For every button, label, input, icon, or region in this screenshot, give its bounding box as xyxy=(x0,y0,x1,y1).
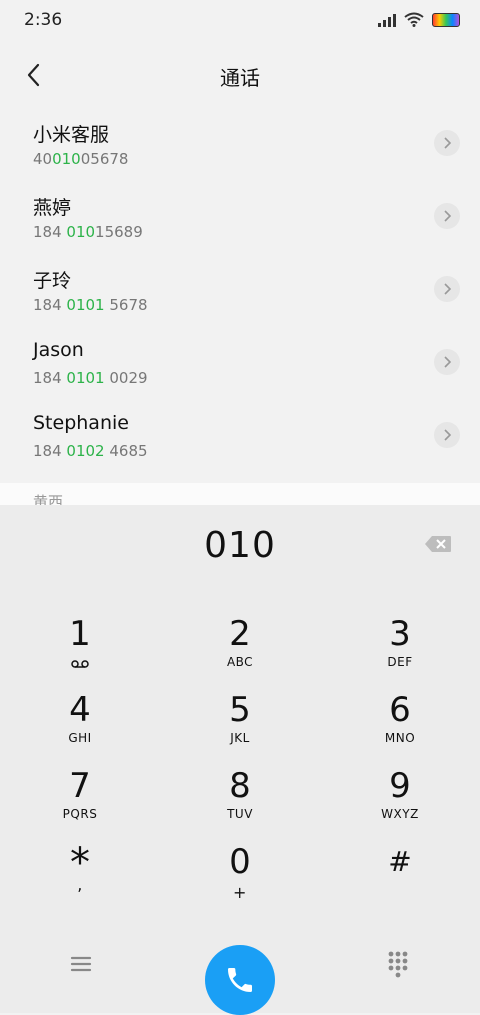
contact-detail-button[interactable] xyxy=(434,276,460,302)
key-digit: 8 xyxy=(229,766,251,806)
contact-row[interactable]: Stephanie 184 0102 4685 xyxy=(0,402,480,475)
dialer-panel: 010 1 2 ABC 3 DEF 4 GHI 5 JKL 6 MNO 7 PQ… xyxy=(0,505,480,1015)
number-suffix: 0029 xyxy=(104,369,148,387)
contact-row[interactable]: 子玲 184 0101 5678 xyxy=(0,256,480,329)
key-digit: 1 xyxy=(69,614,91,654)
key-letters: TUV xyxy=(227,807,253,821)
chevron-right-icon xyxy=(444,356,451,368)
contact-name: 燕婷 xyxy=(33,197,72,219)
key-9[interactable]: 9 WXYZ xyxy=(340,767,460,839)
key-letters: WXYZ xyxy=(381,807,419,821)
wifi-icon xyxy=(404,12,424,27)
key-star[interactable]: * , xyxy=(20,843,140,915)
key-letters: MNO xyxy=(384,731,416,745)
key-digit: 4 xyxy=(69,690,91,730)
backspace-icon xyxy=(425,536,451,552)
chevron-right-icon xyxy=(444,210,451,222)
key-8[interactable]: 8 TUV xyxy=(180,767,300,839)
key-letters: JKL xyxy=(230,731,250,745)
key-digit: 9 xyxy=(389,766,411,806)
key-3[interactable]: 3 DEF xyxy=(340,615,460,687)
dial-input[interactable]: 010 xyxy=(0,525,480,566)
key-letters: PQRS xyxy=(62,807,98,821)
number-suffix: 5678 xyxy=(104,296,148,314)
dialpad-toggle-button[interactable] xyxy=(386,949,410,979)
key-digit: 2 xyxy=(229,614,251,654)
contact-row[interactable]: 小米客服 4001005678 xyxy=(0,110,480,183)
key-6[interactable]: 6 MNO xyxy=(340,691,460,763)
status-icons xyxy=(378,12,460,27)
contact-name: Stephanie xyxy=(33,412,129,434)
key-5[interactable]: 5 JKL xyxy=(180,691,300,763)
number-match: 0102 xyxy=(66,442,105,460)
key-digit: 3 xyxy=(389,614,411,654)
section-label: 黄西 xyxy=(33,493,64,505)
key-hash[interactable]: # xyxy=(340,843,460,915)
number-match: 010 xyxy=(52,150,81,168)
contact-number: 184 0101 5678 xyxy=(33,296,148,314)
contact-detail-button[interactable] xyxy=(434,349,460,375)
number-suffix: 4685 xyxy=(104,442,148,460)
contact-number: 184 0101 0029 xyxy=(33,369,148,387)
key-digit: 5 xyxy=(229,690,251,730)
contact-detail-button[interactable] xyxy=(434,422,460,448)
key-2[interactable]: 2 ABC xyxy=(180,615,300,687)
number-match: 010 xyxy=(66,223,96,241)
key-letters: DEF xyxy=(387,655,413,669)
contact-name: 子玲 xyxy=(33,270,72,292)
contact-row[interactable]: 燕婷 184 01015689 xyxy=(0,183,480,256)
voicemail-icon xyxy=(71,660,89,668)
chevron-right-icon xyxy=(444,137,451,149)
number-match: 0101 xyxy=(66,296,105,314)
menu-button[interactable] xyxy=(66,949,96,979)
contact-number: 4001005678 xyxy=(33,150,128,168)
contact-number: 184 01015689 xyxy=(33,223,143,241)
contact-name: Jason xyxy=(33,339,84,361)
number-match: 0101 xyxy=(66,369,105,387)
key-1[interactable]: 1 xyxy=(20,615,140,687)
number-prefix: 184 xyxy=(33,296,67,314)
dialer-bottom-bar xyxy=(0,925,480,1015)
number-suffix: 15689 xyxy=(95,223,143,241)
number-prefix: 184 xyxy=(33,442,67,460)
phone-icon xyxy=(228,968,252,992)
key-letters: , xyxy=(77,875,83,894)
key-digit: # xyxy=(388,845,412,878)
number-prefix: 40 xyxy=(33,150,53,168)
key-letters: GHI xyxy=(68,731,92,745)
chevron-right-icon xyxy=(444,283,451,295)
contact-detail-button[interactable] xyxy=(434,203,460,229)
battery-icon xyxy=(432,12,460,27)
number-prefix: 184 xyxy=(33,369,67,387)
key-digit: 6 xyxy=(389,690,411,730)
contact-row[interactable]: Jason 184 0101 0029 xyxy=(0,329,480,402)
list-section-strip: 黄西 xyxy=(0,483,480,505)
key-letters: + xyxy=(233,883,247,902)
header: 通话 xyxy=(0,48,480,102)
dialpad-icon xyxy=(388,951,408,978)
contact-name: 小米客服 xyxy=(33,124,110,146)
chevron-right-icon xyxy=(444,429,451,441)
delete-button[interactable] xyxy=(424,535,454,557)
key-digit: 7 xyxy=(69,766,91,806)
key-0[interactable]: 0 + xyxy=(180,843,300,915)
number-prefix: 184 xyxy=(33,223,67,241)
key-4[interactable]: 4 GHI xyxy=(20,691,140,763)
key-digit: 0 xyxy=(229,842,251,882)
status-bar: 2:36 xyxy=(0,0,480,44)
contact-number: 184 0102 4685 xyxy=(33,442,148,460)
key-letters: ABC xyxy=(226,655,254,669)
menu-icon xyxy=(70,956,92,972)
contact-detail-button[interactable] xyxy=(434,130,460,156)
signal-icon xyxy=(378,13,396,27)
key-7[interactable]: 7 PQRS xyxy=(20,767,140,839)
status-time: 2:36 xyxy=(24,10,63,30)
call-button[interactable] xyxy=(205,945,275,1015)
number-suffix: 05678 xyxy=(80,150,129,168)
page-title: 通话 xyxy=(220,66,260,90)
